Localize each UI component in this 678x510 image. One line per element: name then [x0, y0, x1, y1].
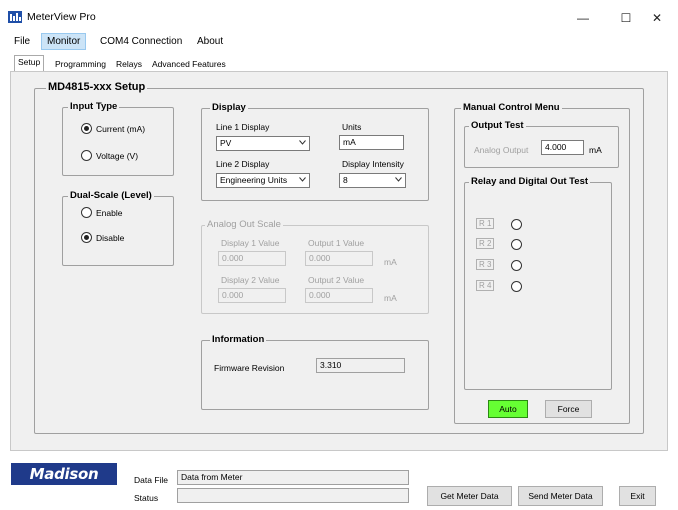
enable-radio[interactable] — [81, 207, 92, 218]
input-type-title: Input Type — [68, 101, 120, 112]
units-input[interactable]: mA — [339, 135, 404, 150]
relay-3-label: R 3 — [476, 259, 495, 270]
relay-1-indicator[interactable] — [511, 219, 522, 230]
display-intensity-value: 8 — [343, 175, 348, 185]
output2-unit-label: mA — [384, 293, 397, 303]
line2-display-label: Line 2 Display — [216, 159, 270, 169]
current-radio-label: Current (mA) — [96, 124, 146, 134]
relay-2-label: R 2 — [476, 238, 495, 249]
tab-programming[interactable]: Programming — [51, 57, 110, 71]
line1-display-label: Line 1 Display — [216, 122, 270, 132]
disable-radio[interactable] — [81, 232, 92, 243]
menu-com4-connection[interactable]: COM4 Connection — [94, 33, 188, 50]
data-file-value: Data from Meter — [177, 470, 409, 485]
input-type-group — [62, 107, 174, 176]
tab-advanced-features[interactable]: Advanced Features — [148, 57, 230, 71]
madison-logo: Madison — [11, 463, 117, 485]
chevron-down-icon — [299, 140, 306, 145]
menu-about[interactable]: About — [191, 33, 229, 50]
analog-output-unit: mA — [589, 145, 602, 155]
chevron-down-icon — [299, 177, 306, 182]
setup-group-title: MD4815-xxx Setup — [46, 81, 148, 93]
app-icon — [8, 11, 22, 23]
display2-value-label: Display 2 Value — [221, 275, 280, 285]
tab-relays[interactable]: Relays — [112, 57, 146, 71]
force-button[interactable]: Force — [545, 400, 592, 418]
voltage-radio[interactable] — [81, 150, 92, 161]
menu-monitor[interactable]: Monitor — [41, 33, 87, 50]
relay-4-label: R 4 — [476, 280, 495, 291]
display-intensity-select[interactable]: 8 — [339, 173, 406, 188]
output2-value-input[interactable]: 0.000 — [305, 288, 373, 303]
exit-button[interactable]: Exit — [619, 486, 656, 506]
display1-value-label: Display 1 Value — [221, 238, 280, 248]
line2-display-select[interactable]: Engineering Units — [216, 173, 310, 188]
firmware-revision-label: Firmware Revision — [214, 363, 285, 373]
line1-display-value: PV — [220, 138, 232, 148]
minimize-button[interactable]: — — [560, 5, 606, 31]
manual-control-title: Manual Control Menu — [461, 102, 562, 113]
information-group — [201, 340, 429, 410]
auto-button[interactable]: Auto — [488, 400, 528, 418]
output-test-title: Output Test — [469, 120, 526, 131]
current-radio[interactable] — [81, 123, 92, 134]
menu-file[interactable]: File — [8, 33, 36, 50]
firmware-revision-value: 3.310 — [316, 358, 405, 373]
line2-display-value: Engineering Units — [220, 175, 288, 185]
information-title: Information — [210, 334, 267, 345]
dual-scale-title: Dual-Scale (Level) — [68, 190, 154, 201]
tab-setup[interactable]: Setup — [14, 55, 45, 72]
relay-test-title: Relay and Digital Out Test — [469, 176, 591, 187]
output1-unit-label: mA — [384, 257, 397, 267]
display-title: Display — [210, 102, 248, 113]
enable-radio-label: Enable — [96, 208, 123, 218]
relay-1-label: R 1 — [476, 218, 495, 229]
output2-value-label: Output 2 Value — [308, 275, 365, 285]
analog-out-scale-title: Analog Out Scale — [205, 219, 283, 230]
voltage-radio-label: Voltage (V) — [96, 151, 139, 161]
analog-output-input[interactable]: 4.000 — [541, 140, 584, 155]
units-label: Units — [342, 122, 362, 132]
chevron-down-icon — [395, 177, 402, 182]
relay-4-indicator[interactable] — [511, 281, 522, 292]
disable-radio-label: Disable — [96, 233, 125, 243]
display2-value-input[interactable]: 0.000 — [218, 288, 286, 303]
line1-display-select[interactable]: PV — [216, 136, 310, 151]
analog-output-label: Analog Output — [474, 145, 529, 155]
display-intensity-label: Display Intensity — [342, 159, 404, 169]
output1-value-input[interactable]: 0.000 — [305, 251, 373, 266]
status-label: Status — [134, 493, 159, 503]
send-meter-data-button[interactable]: Send Meter Data — [518, 486, 603, 506]
display1-value-input[interactable]: 0.000 — [218, 251, 286, 266]
output1-value-label: Output 1 Value — [308, 238, 365, 248]
dual-scale-group — [62, 196, 174, 266]
relay-2-indicator[interactable] — [511, 239, 522, 250]
get-meter-data-button[interactable]: Get Meter Data — [427, 486, 512, 506]
window-title: MeterView Pro — [27, 11, 96, 23]
data-file-label: Data File — [134, 475, 169, 485]
status-value — [177, 488, 409, 503]
close-button[interactable]: ✕ — [634, 5, 678, 31]
relay-3-indicator[interactable] — [511, 260, 522, 271]
